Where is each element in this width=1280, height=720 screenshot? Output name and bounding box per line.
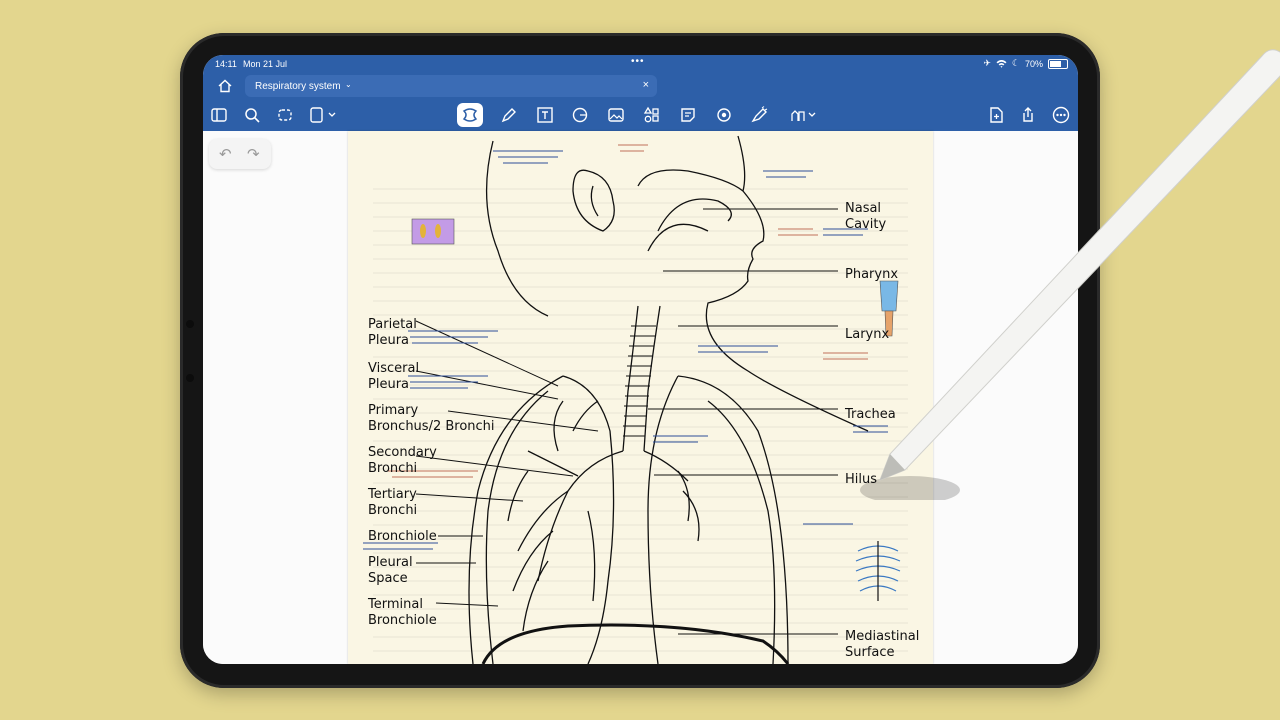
chevron-down-icon[interactable]: ⌄	[345, 80, 352, 89]
sensor-dot	[186, 374, 194, 382]
label-secondary-bronchi: Secondary Bronchi	[368, 445, 437, 476]
lasso-icon[interactable]	[276, 106, 294, 124]
search-icon[interactable]	[243, 106, 261, 124]
elements-icon[interactable]	[643, 106, 661, 124]
status-time: 14:11	[215, 59, 237, 69]
shapes-select-icon[interactable]	[457, 103, 483, 127]
laser-icon[interactable]	[715, 106, 733, 124]
toolset-icon[interactable]	[790, 106, 818, 124]
undo-redo-panel: ↶ ↷	[209, 139, 271, 169]
sticky-note-icon[interactable]	[679, 106, 697, 124]
stylus-pencil	[860, 49, 1280, 500]
label-tertiary-bronchi: Tertiary Bronchi	[368, 487, 418, 518]
pen-icon[interactable]	[500, 106, 518, 124]
status-date: Mon 21 Jul	[243, 59, 288, 69]
label-terminal-bronchiole: Terminal Bronchiole	[368, 597, 437, 628]
home-icon[interactable]	[217, 78, 233, 94]
text-box-icon[interactable]	[536, 106, 554, 124]
shape-icon[interactable]	[571, 106, 589, 124]
label-pleural-space: Pleural Space	[368, 555, 413, 586]
template-icon[interactable]	[309, 106, 337, 124]
note-page[interactable]: Nasal Cavity Pharynx Larynx Trachea Hilu…	[348, 131, 933, 664]
sidebar-icon[interactable]	[210, 106, 228, 124]
multitask-dots[interactable]: •••	[631, 56, 645, 67]
camera-dot	[186, 320, 194, 328]
undo-icon[interactable]: ↶	[219, 145, 232, 163]
tab-respiratory-system[interactable]: Respiratory system ⌄ ×	[245, 75, 657, 97]
label-parietal-pleura: Parietal Pleura	[368, 317, 417, 348]
label-bronchiole: Bronchiole	[368, 529, 437, 544]
highlighter-icon[interactable]	[750, 106, 768, 124]
tab-title: Respiratory system	[255, 81, 341, 92]
label-mediastinal-surface: Mediastinal Surface	[845, 629, 920, 660]
close-icon[interactable]: ×	[643, 79, 649, 91]
image-icon[interactable]	[607, 106, 625, 124]
label-primary-bronchus: Primary Bronchus/2 Bronchi	[368, 403, 495, 434]
label-visceral-pleura: Visceral Pleura	[368, 361, 420, 392]
redo-icon[interactable]: ↷	[247, 145, 260, 163]
